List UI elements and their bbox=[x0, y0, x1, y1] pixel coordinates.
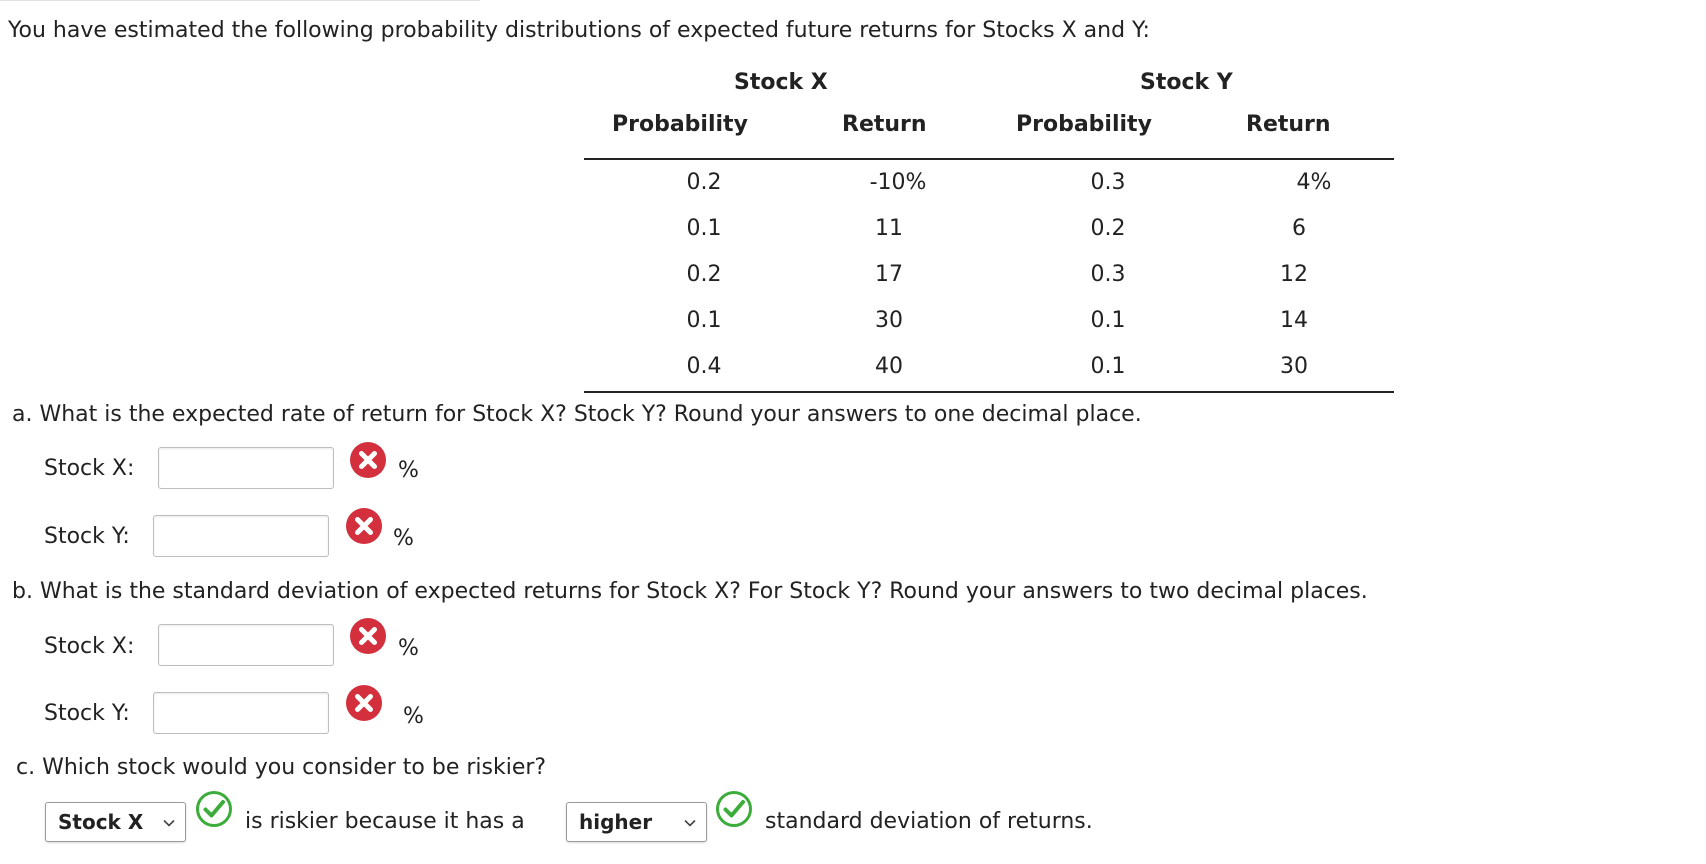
chevron-down-icon bbox=[684, 819, 696, 827]
question-b: b. What is the standard deviation of exp… bbox=[12, 579, 1368, 604]
question-a: a. What is the expected rate of return f… bbox=[12, 402, 1142, 427]
table-cell: 30 bbox=[1280, 354, 1308, 379]
group-header-stock-y: Stock Y bbox=[1140, 70, 1233, 95]
label-b-stock-x: Stock X: bbox=[44, 634, 135, 659]
table-cell: 0.3 bbox=[1090, 262, 1126, 287]
table-cell: 40 bbox=[875, 354, 903, 379]
table-cell: 0.1 bbox=[686, 308, 722, 333]
top-divider bbox=[0, 0, 480, 1]
deviation-level-select[interactable]: higher bbox=[566, 802, 707, 842]
riskier-middle-text: is riskier because it has a bbox=[245, 809, 525, 834]
table-cell: 0.1 bbox=[1090, 308, 1126, 333]
table-cell: 6 bbox=[1292, 216, 1306, 241]
table-cell: 30 bbox=[875, 308, 903, 333]
answer-a-stock-x-input[interactable] bbox=[158, 447, 334, 489]
check-circle-icon bbox=[196, 791, 232, 827]
question-c: c. Which stock would you consider to be … bbox=[16, 755, 547, 780]
table-cell: 0.2 bbox=[686, 170, 722, 195]
check-circle-icon bbox=[716, 791, 752, 827]
riskier-stock-select[interactable]: Stock X bbox=[45, 802, 186, 842]
table-cell: 0.1 bbox=[1090, 354, 1126, 379]
label-b-stock-y: Stock Y: bbox=[44, 701, 130, 726]
table-cell: 12 bbox=[1280, 262, 1308, 287]
intro-text: You have estimated the following probabi… bbox=[8, 18, 1150, 43]
answer-b-stock-x-input[interactable] bbox=[158, 624, 334, 666]
table-cell: 14 bbox=[1280, 308, 1308, 333]
table-cell: 17 bbox=[875, 262, 903, 287]
chevron-down-icon bbox=[163, 819, 175, 827]
col-header-return-x: Return bbox=[842, 112, 927, 137]
table-cell: 0.4 bbox=[686, 354, 722, 379]
col-header-probability-x: Probability bbox=[612, 112, 748, 137]
x-circle-icon bbox=[346, 685, 382, 721]
col-header-probability-y: Probability bbox=[1016, 112, 1152, 137]
answer-b-stock-y-input[interactable] bbox=[153, 692, 329, 734]
x-circle-icon bbox=[350, 442, 386, 478]
table-top-rule bbox=[584, 158, 1394, 160]
table-cell: 4% bbox=[1296, 170, 1332, 195]
riskier-stock-select-value: Stock X bbox=[58, 810, 144, 834]
riskier-end-text: standard deviation of returns. bbox=[765, 809, 1093, 834]
unit-percent: % bbox=[398, 636, 419, 661]
table-cell: -10% bbox=[869, 170, 927, 195]
group-header-stock-x: Stock X bbox=[734, 70, 828, 95]
label-a-stock-y: Stock Y: bbox=[44, 524, 130, 549]
table-cell: 0.1 bbox=[686, 216, 722, 241]
table-cell: 0.2 bbox=[1090, 216, 1126, 241]
unit-percent: % bbox=[403, 704, 424, 729]
table-bottom-rule bbox=[584, 391, 1394, 393]
answer-a-stock-y-input[interactable] bbox=[153, 515, 329, 557]
label-a-stock-x: Stock X: bbox=[44, 456, 135, 481]
table-cell: 0.2 bbox=[686, 262, 722, 287]
x-circle-icon bbox=[350, 618, 386, 654]
unit-percent: % bbox=[398, 458, 419, 483]
x-circle-icon bbox=[346, 508, 382, 544]
col-header-return-y: Return bbox=[1246, 112, 1331, 137]
unit-percent: % bbox=[393, 526, 414, 551]
table-cell: 0.3 bbox=[1090, 170, 1126, 195]
table-cell: 11 bbox=[875, 216, 903, 241]
deviation-level-select-value: higher bbox=[579, 810, 653, 834]
